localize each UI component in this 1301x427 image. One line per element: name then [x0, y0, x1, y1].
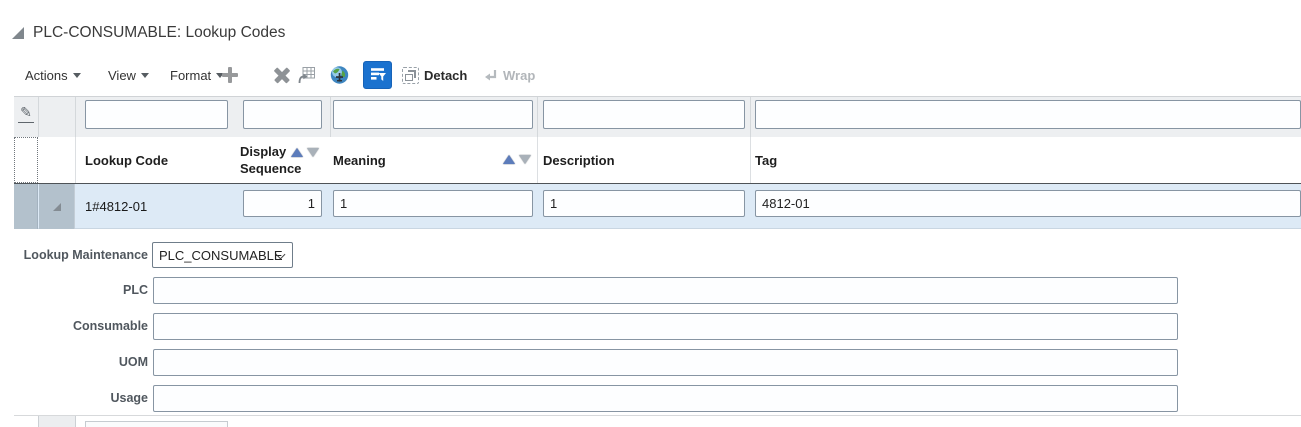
- column-header-meaning[interactable]: Meaning: [333, 153, 386, 168]
- column-header-lookup-code: Lookup Code: [85, 153, 169, 168]
- filter-table-icon: [370, 68, 386, 81]
- sort-descending-icon[interactable]: [519, 155, 531, 164]
- plc-field[interactable]: [153, 277, 1178, 304]
- filter-input-meaning[interactable]: [333, 100, 533, 129]
- cell-input-display-sequence[interactable]: [243, 190, 322, 217]
- usage-label: Usage: [110, 391, 148, 405]
- section-divider: [14, 415, 1301, 416]
- sort-controls-display-sequence: [291, 148, 319, 157]
- plus-icon: [221, 66, 239, 84]
- lookup-maintenance-label: Lookup Maintenance: [23, 248, 148, 262]
- sort-ascending-icon[interactable]: [503, 155, 515, 164]
- lookup-maintenance-value: PLC_CONSUMABLE: [159, 247, 283, 263]
- sort-ascending-icon[interactable]: [291, 148, 303, 157]
- panel-header: PLC-CONSUMABLE: Lookup Codes: [12, 22, 285, 44]
- column-separator: [75, 97, 76, 138]
- filter-input-display-sequence[interactable]: [243, 100, 322, 129]
- detach-button-label[interactable]: Detach: [424, 60, 467, 90]
- wrap-button-label[interactable]: Wrap: [503, 60, 535, 90]
- filter-input-tag[interactable]: [755, 100, 1301, 129]
- column-header-description: Description: [543, 153, 615, 168]
- panel-disclosure-icon[interactable]: [12, 27, 24, 39]
- cell-input-tag[interactable]: [755, 190, 1301, 217]
- consumable-field[interactable]: [153, 313, 1178, 340]
- wrap-button[interactable]: [482, 60, 499, 90]
- query-by-example-toggle[interactable]: [363, 61, 392, 89]
- column-separator: [750, 137, 751, 183]
- lookup-maintenance-select[interactable]: PLC_CONSUMABLE: [152, 242, 293, 268]
- column-separator: [38, 97, 39, 138]
- dropdown-caret-icon: [140, 72, 149, 78]
- sort-descending-icon[interactable]: [307, 148, 319, 157]
- dropdown-caret-icon: [72, 72, 81, 78]
- detach-button[interactable]: [402, 60, 419, 90]
- toolbar: Actions View Format Detach Wrap: [0, 60, 1301, 90]
- actions-menu[interactable]: Actions: [25, 60, 81, 90]
- qbe-pencil-icon: ✎: [18, 104, 34, 123]
- actions-menu-label: Actions: [25, 67, 68, 83]
- row-header-cell[interactable]: [14, 184, 38, 229]
- globe-icon: [330, 65, 349, 84]
- column-separator: [537, 97, 538, 138]
- cell-input-meaning[interactable]: [333, 190, 533, 217]
- lookup-codes-panel: PLC-CONSUMABLE: Lookup Codes Actions Vie…: [0, 0, 1301, 427]
- x-icon: [273, 66, 291, 84]
- row-header-focus-cell: [14, 137, 38, 183]
- view-menu-label: View: [108, 67, 136, 83]
- usage-field[interactable]: [153, 385, 1178, 412]
- page-title: PLC-CONSUMABLE: Lookup Codes: [33, 24, 286, 41]
- next-section-filter-edge: [85, 421, 228, 427]
- globe-button[interactable]: [329, 60, 350, 90]
- uom-field[interactable]: [153, 349, 1178, 376]
- column-separator: [75, 137, 76, 183]
- column-separator: [537, 137, 538, 183]
- plc-label: PLC: [123, 283, 148, 297]
- format-menu[interactable]: Format: [170, 60, 225, 90]
- row-disclosure-icon[interactable]: [52, 202, 61, 211]
- uom-label: UOM: [118, 355, 148, 369]
- wrap-icon: [485, 69, 497, 80]
- table-header-row: Lookup Code Display Sequence Meaning Des…: [14, 137, 1301, 184]
- column-separator: [750, 97, 751, 138]
- row-detail-cell[interactable]: [39, 184, 75, 229]
- filter-input-description[interactable]: [543, 100, 745, 129]
- column-header-tag: Tag: [755, 153, 778, 168]
- next-section-row-header: [38, 416, 76, 427]
- detach-icon: [402, 66, 419, 84]
- column-separator: [330, 97, 331, 138]
- cell-lookup-code: 1#4812-01: [85, 199, 148, 214]
- add-row-button[interactable]: [221, 60, 239, 90]
- cell-input-description[interactable]: [543, 190, 745, 217]
- filter-input-lookup-code[interactable]: [85, 100, 228, 129]
- sort-controls-meaning: [503, 155, 531, 164]
- consumable-label: Consumable: [72, 319, 148, 333]
- table-arrow-icon: [298, 66, 315, 83]
- delete-row-button[interactable]: [273, 60, 291, 90]
- format-menu-label: Format: [170, 67, 212, 83]
- view-menu[interactable]: View: [108, 60, 149, 90]
- export-table-button[interactable]: [296, 60, 317, 90]
